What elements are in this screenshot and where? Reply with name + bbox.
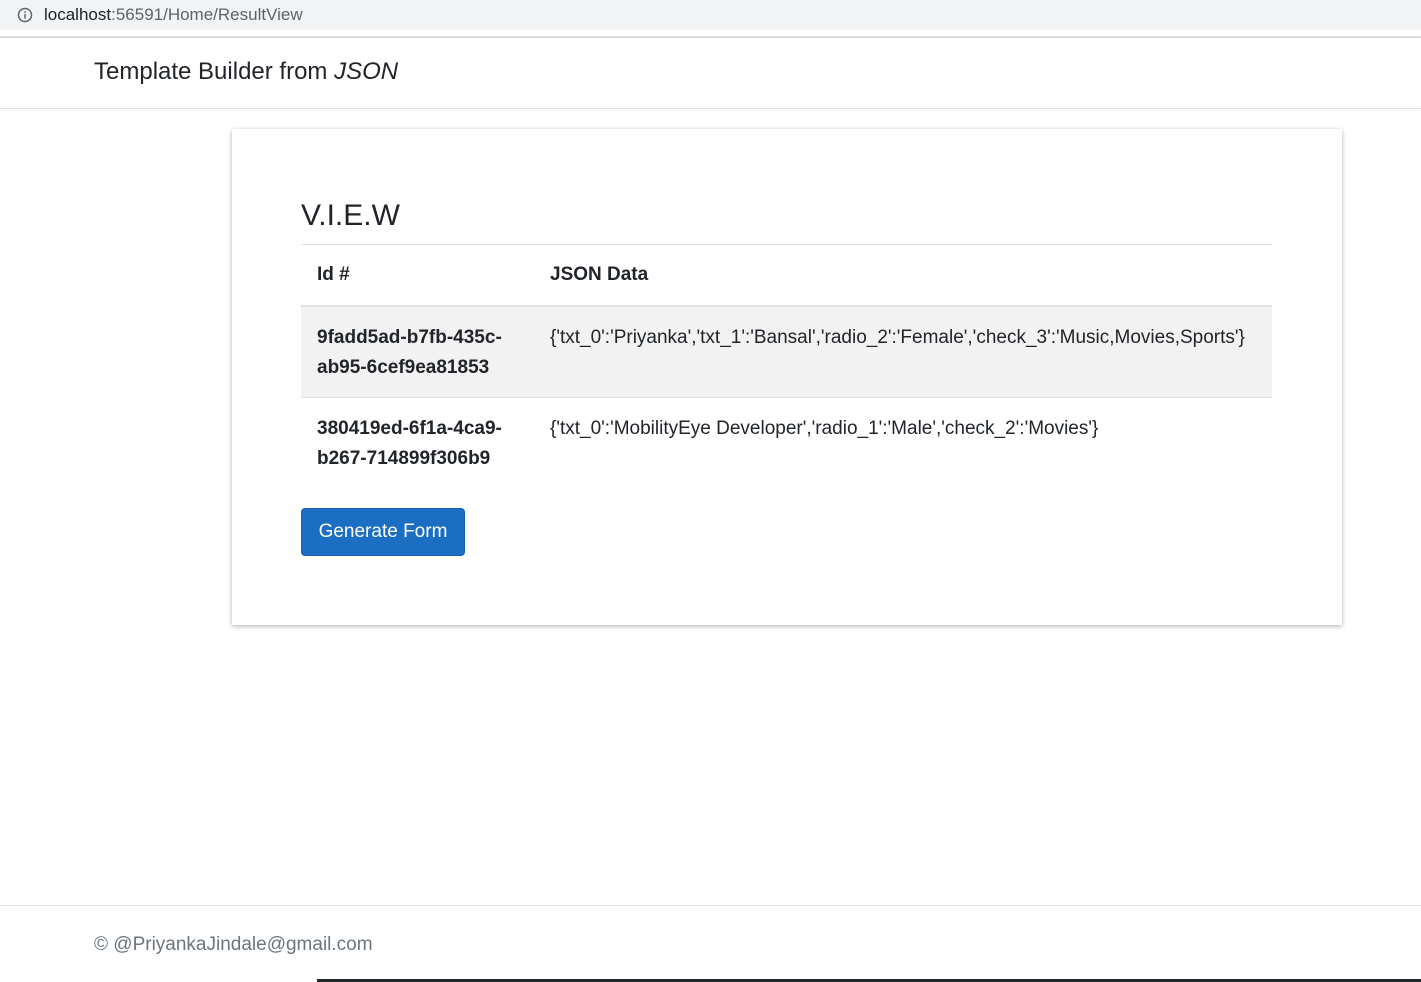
- column-header-json: JSON Data: [534, 244, 1272, 307]
- row-json-cell: {'txt_0':'MobilityEye Developer','radio_…: [534, 396, 1272, 488]
- table-row: 380419ed-6f1a-4ca9-b267-714899f306b9 {'t…: [301, 396, 1272, 488]
- results-card: V.I.E.W Id # JSON Data 9fadd5ad-b7fb-435…: [232, 129, 1342, 625]
- page-title: V.I.E.W: [301, 199, 400, 232]
- app-navbar: Template Builder from JSON: [0, 38, 1421, 109]
- row-json-cell: {'txt_0':'Priyanka','txt_1':'Bansal','ra…: [534, 305, 1272, 397]
- table-row: 9fadd5ad-b7fb-435c-ab95-6cef9ea81853 {'t…: [301, 305, 1272, 397]
- url-path[interactable]: :56591/Home/ResultView: [111, 5, 303, 25]
- info-circle-icon[interactable]: [17, 7, 33, 23]
- results-table: Id # JSON Data 9fadd5ad-b7fb-435c-ab95-6…: [301, 244, 1272, 488]
- row-id-cell: 380419ed-6f1a-4ca9-b267-714899f306b9: [301, 396, 534, 488]
- column-header-id: Id #: [301, 244, 534, 307]
- navbar-brand[interactable]: Template Builder from JSON: [94, 58, 398, 86]
- brand-text: Template Builder from: [94, 58, 335, 85]
- url-host[interactable]: localhost: [44, 5, 111, 25]
- footer-copyright: © @PriyankaJindale@gmail.com: [94, 934, 373, 955]
- brand-emphasis: JSON: [334, 58, 399, 85]
- row-id-cell: 9fadd5ad-b7fb-435c-ab95-6cef9ea81853: [301, 305, 534, 397]
- browser-address-bar[interactable]: localhost:56591/Home/ResultView: [0, 0, 1421, 30]
- page-footer: © @PriyankaJindale@gmail.com: [0, 905, 1421, 979]
- generate-form-button[interactable]: Generate Form: [301, 508, 465, 556]
- table-header-row: Id # JSON Data: [301, 244, 1272, 307]
